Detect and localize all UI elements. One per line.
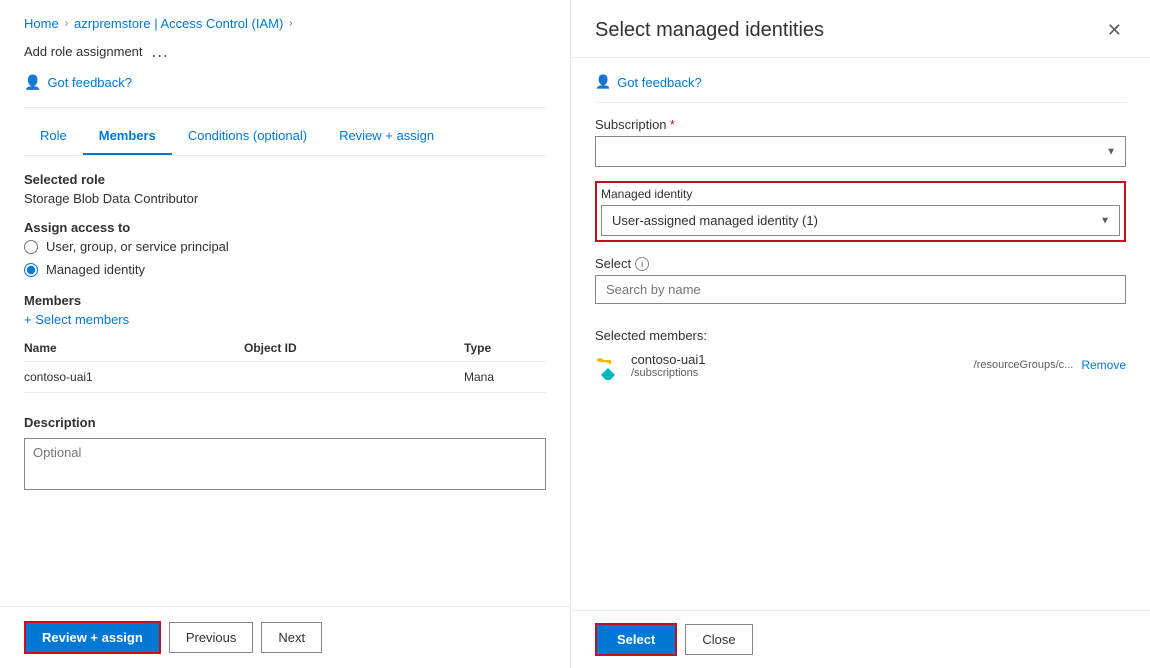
next-button[interactable]: Next: [261, 622, 322, 653]
member-name: contoso-uai1: [631, 352, 705, 367]
subscription-dropdown-wrapper: ▼: [595, 136, 1126, 167]
modal-header: Select managed identities ✕: [571, 0, 1150, 58]
select-label-text: Select: [595, 256, 631, 271]
member-path: /subscriptions: [631, 367, 705, 379]
radio-group: User, group, or service principal Manage…: [24, 239, 546, 277]
modal-body: 👤 Got feedback? Subscription * ▼ Managed…: [571, 58, 1150, 610]
breadcrumb-home[interactable]: Home: [24, 16, 59, 31]
tabs: Role Members Conditions (optional) Revie…: [24, 120, 546, 156]
member-info: contoso-uai1 /subscriptions: [595, 351, 966, 379]
select-field-label: Select i: [595, 256, 1126, 271]
feedback-text: Got feedback?: [47, 75, 132, 90]
tab-role[interactable]: Role: [24, 120, 83, 155]
add-members-link[interactable]: + Select members: [24, 312, 129, 327]
feedback-icon: 👤: [24, 74, 41, 91]
tab-review[interactable]: Review + assign: [323, 120, 450, 155]
radio-user-label: User, group, or service principal: [46, 239, 229, 254]
member-resource: /resourceGroups/c...: [974, 359, 1074, 371]
radio-user-input[interactable]: [24, 240, 38, 254]
modal-footer: Select Close: [571, 610, 1150, 668]
description-section: Description: [24, 415, 546, 493]
left-panel: Home › azrpremstore | Access Control (IA…: [0, 0, 570, 668]
managed-identity-select[interactable]: User-assigned managed identity (1)System…: [601, 205, 1120, 236]
remove-member-link[interactable]: Remove: [1081, 358, 1126, 372]
modal-feedback-text: Got feedback?: [617, 75, 702, 90]
member-type-cell: Mana: [464, 362, 546, 393]
member-details: contoso-uai1 /subscriptions: [631, 352, 705, 379]
description-label: Description: [24, 415, 546, 430]
selected-role-label: Selected role: [24, 172, 546, 187]
member-icon: [595, 351, 623, 379]
modal-divider: [595, 102, 1126, 103]
members-section: Members + Select members Name Object ID …: [24, 293, 546, 393]
page-title-ellipsis[interactable]: …: [151, 41, 169, 62]
members-label: Members: [24, 293, 546, 308]
page-title-row: Add role assignment …: [24, 41, 546, 62]
selected-members-label: Selected members:: [595, 328, 1126, 343]
subscription-required: *: [670, 117, 675, 132]
col-header-name: Name: [24, 335, 244, 362]
breadcrumb-sep2: ›: [289, 18, 292, 29]
description-textarea[interactable]: [24, 438, 546, 490]
members-table: Name Object ID Type contoso-uai1 Mana: [24, 335, 546, 393]
breadcrumb-store[interactable]: azrpremstore | Access Control (IAM): [74, 16, 283, 31]
modal-close-button[interactable]: ✕: [1103, 16, 1126, 45]
table-row: contoso-uai1 Mana: [24, 362, 546, 393]
col-header-type: Type: [464, 335, 546, 362]
select-info-icon[interactable]: i: [635, 257, 649, 271]
modal-panel: Select managed identities ✕ 👤 Got feedba…: [570, 0, 1150, 668]
modal-feedback-icon: 👤: [595, 74, 611, 90]
previous-button[interactable]: Previous: [169, 622, 254, 653]
modal-select-button[interactable]: Select: [595, 623, 677, 656]
member-row: contoso-uai1 /subscriptions /resourceGro…: [595, 351, 1126, 379]
subscription-select[interactable]: [595, 136, 1126, 167]
tab-conditions[interactable]: Conditions (optional): [172, 120, 323, 155]
selected-members-section: Selected members:: [595, 316, 1126, 379]
breadcrumb: Home › azrpremstore | Access Control (IA…: [24, 16, 546, 31]
col-header-objid: Object ID: [244, 335, 464, 362]
managed-identity-label: Managed identity: [601, 187, 1120, 201]
member-name-cell: contoso-uai1: [24, 362, 244, 393]
managed-identity-field: Managed identity User-assigned managed i…: [595, 181, 1126, 242]
modal-close-footer-button[interactable]: Close: [685, 624, 752, 655]
breadcrumb-sep1: ›: [65, 18, 68, 29]
tab-members[interactable]: Members: [83, 120, 172, 155]
feedback-bar[interactable]: 👤 Got feedback?: [24, 74, 546, 91]
selected-role-value: Storage Blob Data Contributor: [24, 191, 546, 206]
review-assign-button[interactable]: Review + assign: [24, 621, 161, 654]
modal-title: Select managed identities: [595, 19, 824, 42]
left-footer: Review + assign Previous Next: [0, 606, 570, 668]
page-title: Add role assignment: [24, 44, 143, 59]
radio-managed-label: Managed identity: [46, 262, 145, 277]
radio-managed-input[interactable]: [24, 263, 38, 277]
assign-access-label: Assign access to: [24, 220, 546, 235]
subscription-label: Subscription *: [595, 117, 1126, 132]
modal-feedback[interactable]: 👤 Got feedback?: [595, 74, 1126, 90]
search-by-name-input[interactable]: [595, 275, 1126, 304]
managed-identity-dropdown-wrapper: User-assigned managed identity (1)System…: [601, 205, 1120, 236]
member-icon-svg: [595, 350, 623, 380]
radio-user[interactable]: User, group, or service principal: [24, 239, 546, 254]
member-objid-cell: [244, 362, 464, 393]
radio-managed[interactable]: Managed identity: [24, 262, 546, 277]
top-divider: [24, 107, 546, 108]
